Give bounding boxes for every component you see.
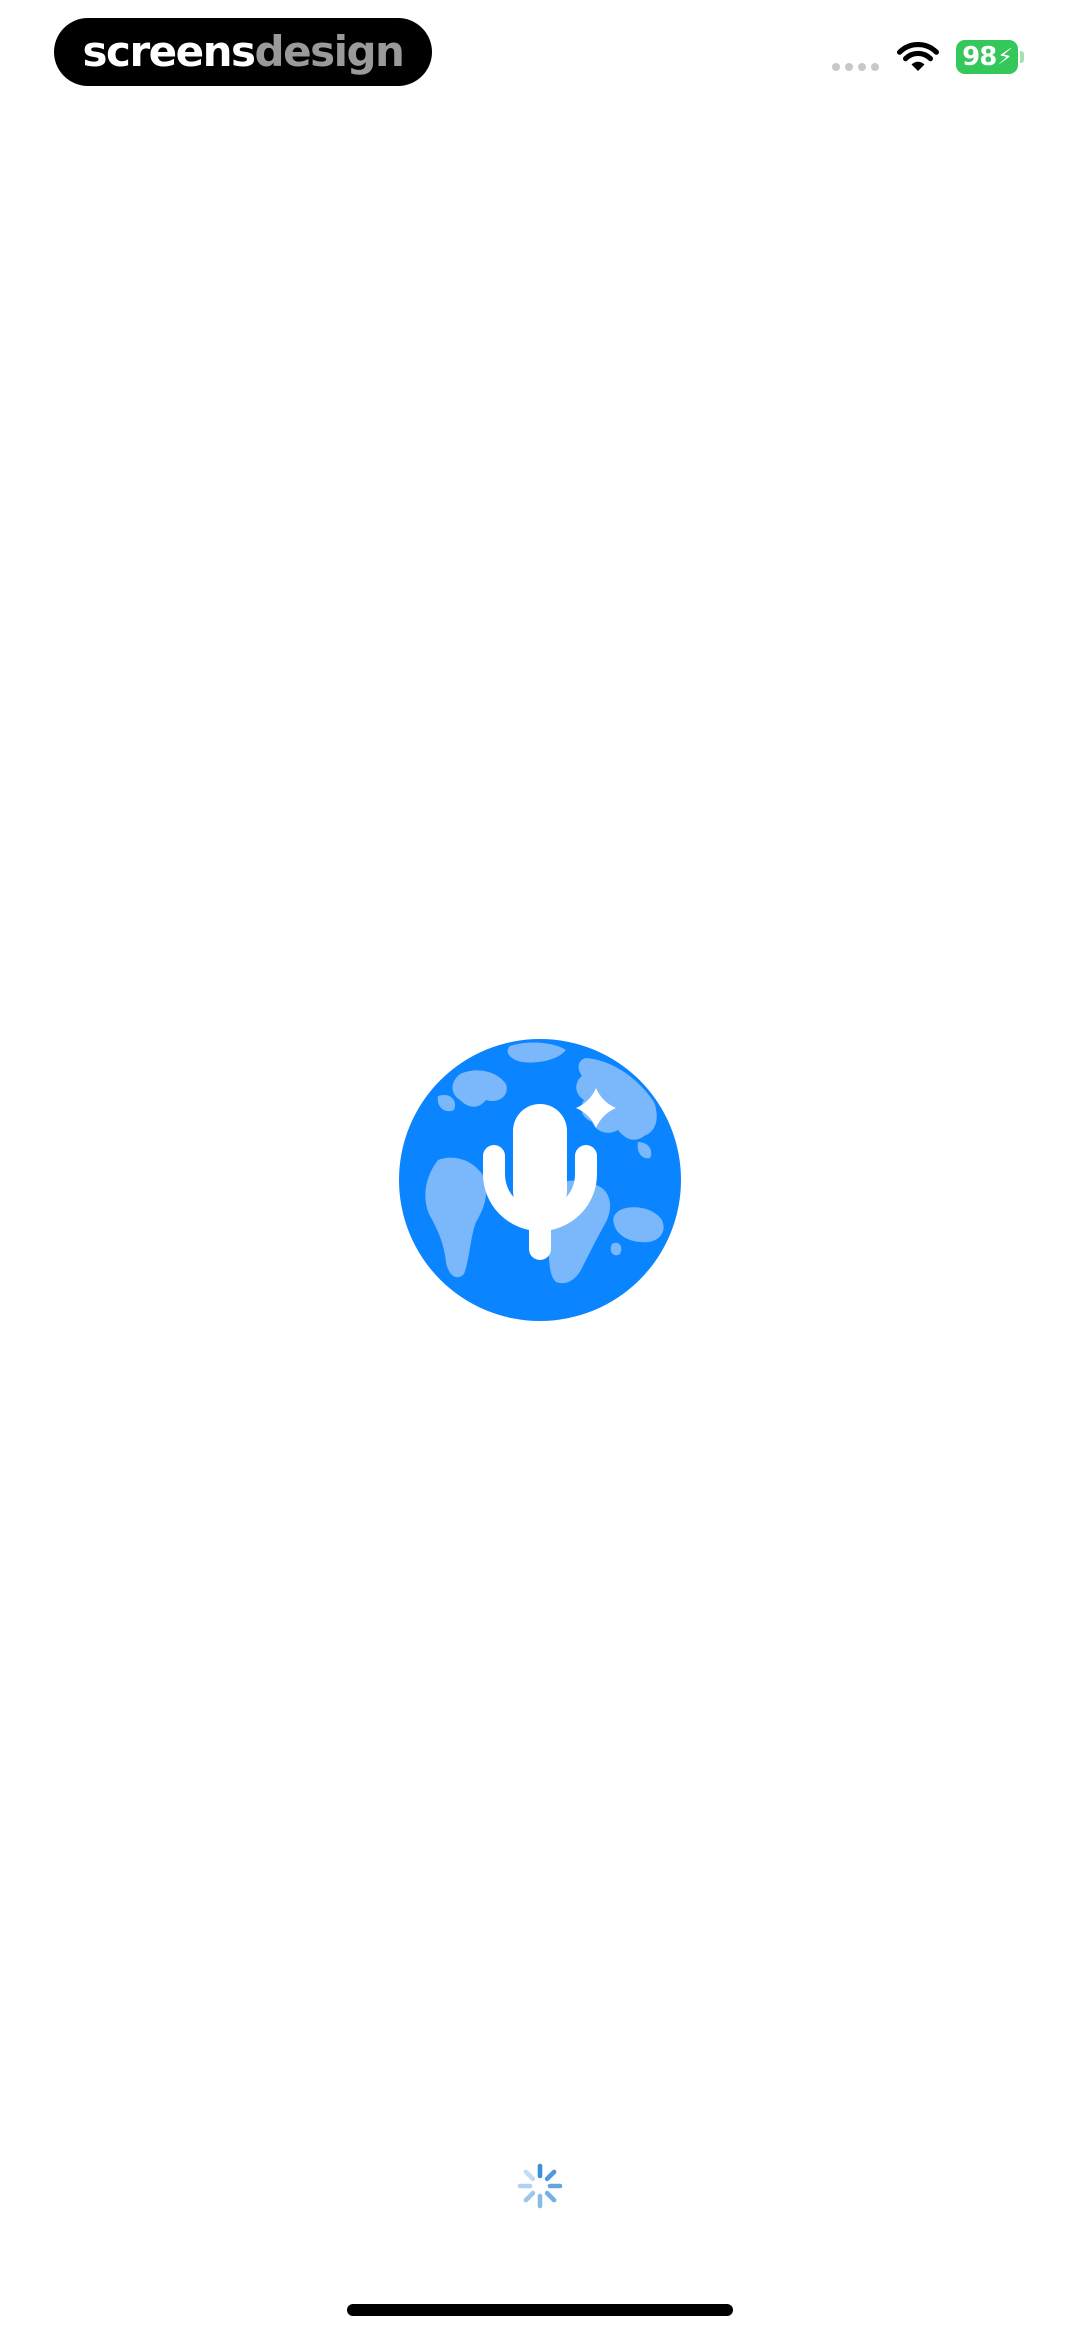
battery-tip (1020, 51, 1024, 63)
battery-level: 98 (962, 42, 997, 72)
home-indicator[interactable] (347, 2304, 733, 2316)
battery-indicator: 98 ⚡ (956, 40, 1018, 74)
globe-microphone-sparkle-icon (399, 1039, 681, 1321)
splash-screen: screens design 98 ⚡ (0, 0, 1080, 2336)
charging-bolt-icon: ⚡ (997, 44, 1012, 70)
screensdesign-watermark: screens design (54, 18, 432, 86)
activity-spinner-icon (517, 2163, 563, 2209)
watermark-text-design: design (254, 27, 405, 76)
watermark-text-screens: screens (82, 27, 256, 76)
wifi-icon (897, 41, 939, 71)
signal-dots-icon (832, 63, 879, 71)
